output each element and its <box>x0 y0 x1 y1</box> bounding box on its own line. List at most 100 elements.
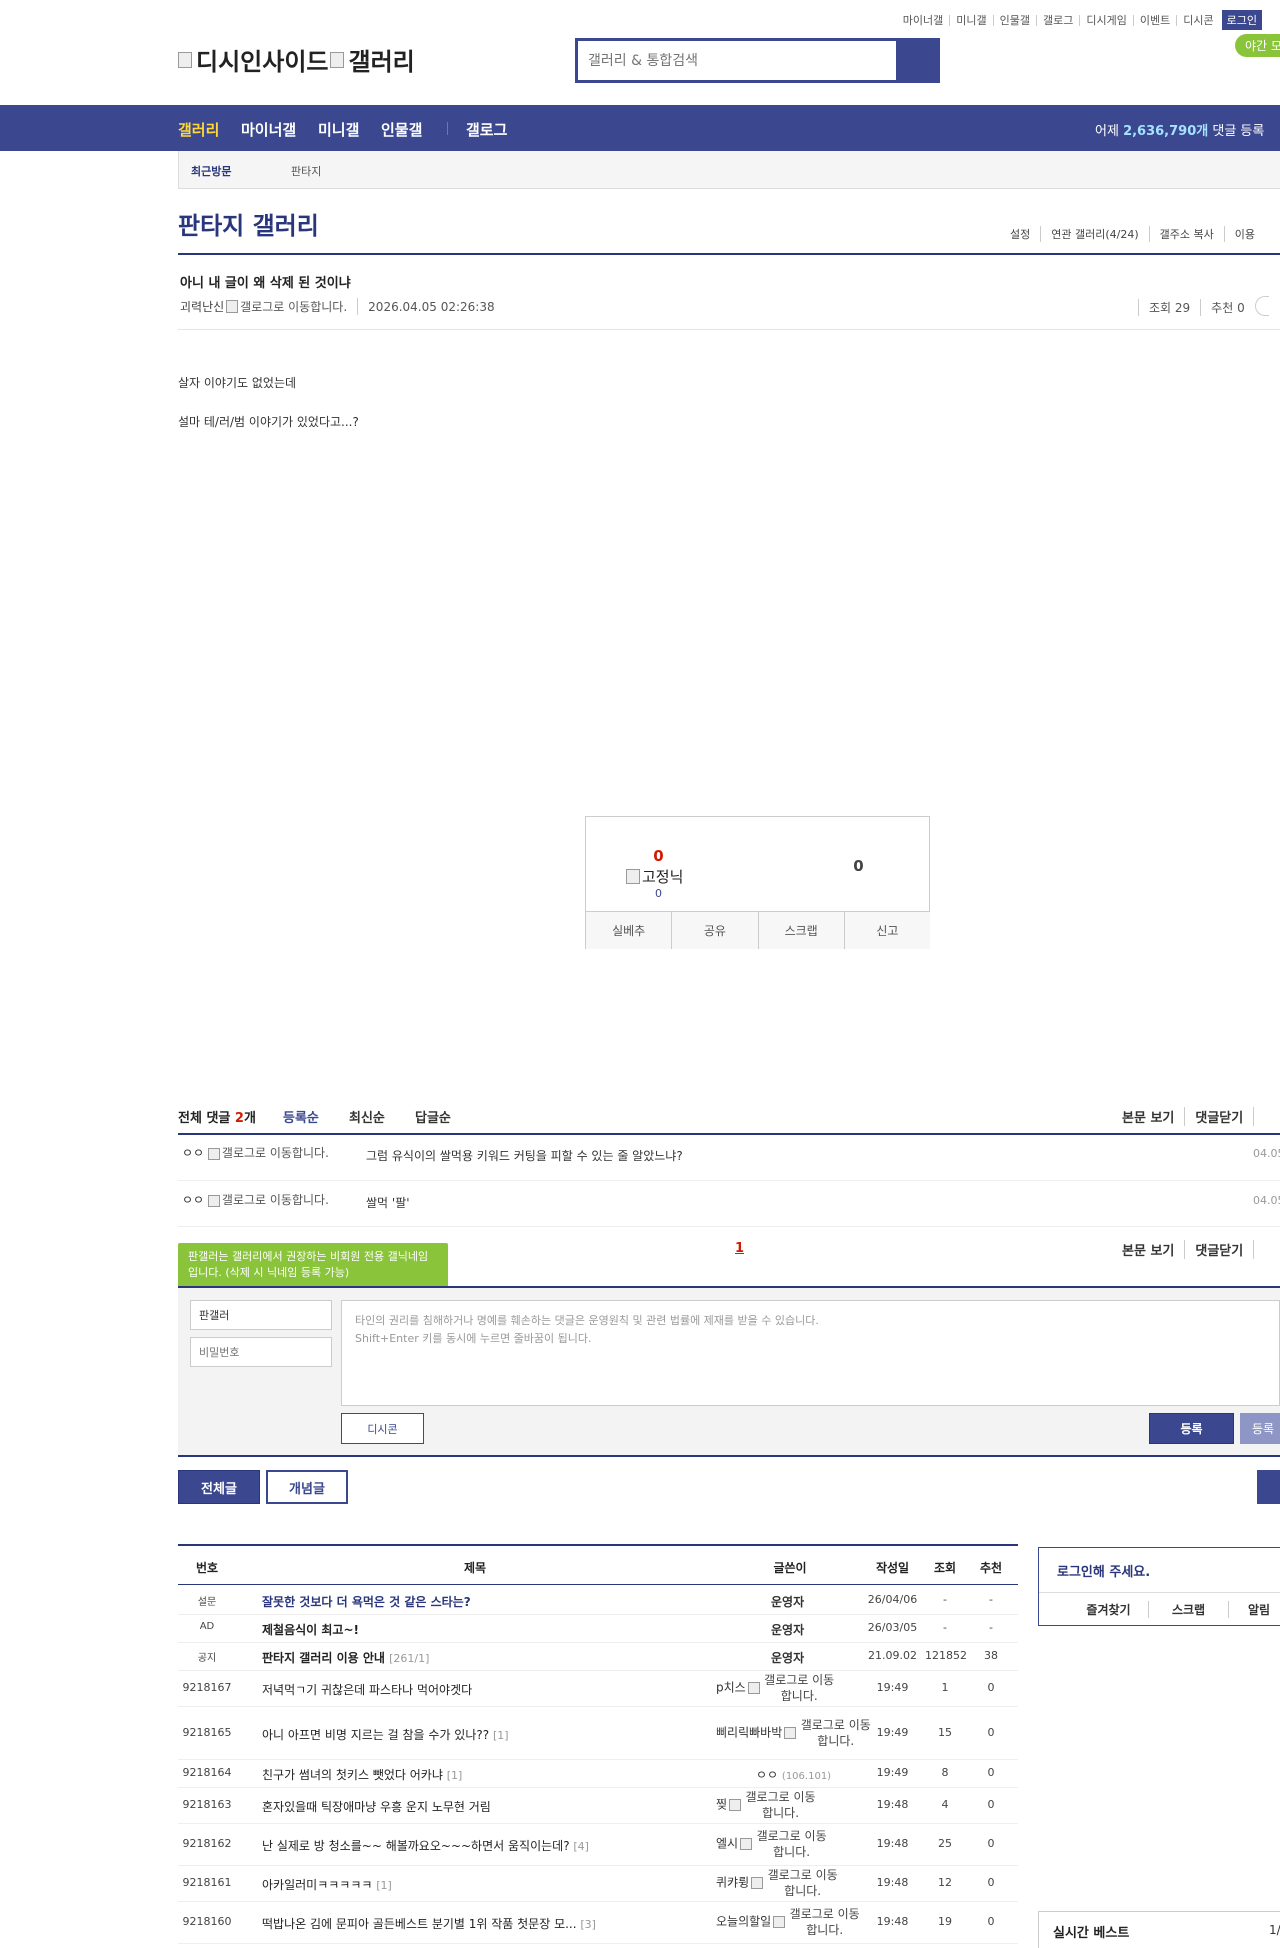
row-title[interactable]: 아카일러미ㅋㅋㅋㅋㅋ <box>262 1878 372 1892</box>
row-recommend: - <box>989 1621 993 1634</box>
sort-replies[interactable]: 답글순 <box>415 1107 451 1126</box>
top-link-event[interactable]: 이벤트 <box>1134 14 1178 26</box>
usage-link[interactable]: 이용 <box>1225 226 1265 242</box>
copy-address-link[interactable]: 갤주소 복사 <box>1150 226 1225 242</box>
row-writer[interactable]: 운영자 <box>716 1593 866 1610</box>
nav-item-person[interactable]: 인물갤 <box>381 119 422 140</box>
comment-author[interactable]: ㅇㅇ 갤로그로 이동합니다. <box>182 1147 332 1160</box>
sort-registered[interactable]: 등록순 <box>283 1107 319 1126</box>
row-writer[interactable]: ㅇㅇ <box>756 1768 778 1782</box>
row-writer[interactable]: p치스 <box>716 1681 746 1695</box>
scrap-link[interactable]: 스크랩 <box>1149 1601 1229 1618</box>
view-body-link[interactable]: 본문 보기 <box>1122 1107 1186 1126</box>
write-button-edge[interactable] <box>1257 1470 1280 1504</box>
row-comment-count[interactable]: [261/1] <box>389 1652 429 1665</box>
row-comment-count[interactable]: [4] <box>573 1840 589 1853</box>
row-comment-count[interactable]: [3] <box>580 1918 596 1931</box>
row-title[interactable]: 제철음식이 최고~! <box>262 1623 359 1637</box>
realbest-button[interactable]: 실베추 <box>586 912 673 949</box>
nickname-input[interactable] <box>190 1300 332 1330</box>
close-comments-link[interactable]: 댓글닫기 <box>1185 1240 1255 1259</box>
comment-date: 04.05 <box>1253 1194 1280 1207</box>
login-box: 로그인해 주세요. 즐겨찾기 스크랩 알림 <box>1038 1547 1280 1626</box>
row-writer[interactable]: 삐리릭빠바박 <box>716 1726 782 1740</box>
search-button[interactable] <box>896 41 937 80</box>
row-title[interactable]: 아니 아프면 비명 지르는 걸 참을 수가 있나?? <box>262 1728 489 1742</box>
comment-page-1[interactable]: 1 <box>735 1241 744 1256</box>
nav-item-gallery[interactable]: 갤러리 <box>178 119 219 140</box>
guest-nick-tooltip: 판갤러는 갤러리에서 권장하는 비회원 전용 갤닉네임입니다. (삭제 시 닉네… <box>178 1243 448 1289</box>
row-writer[interactable]: 퀴캬륑 <box>716 1876 749 1890</box>
view-body-link[interactable]: 본문 보기 <box>1122 1240 1186 1259</box>
scrap-button[interactable]: 스크랩 <box>759 912 845 949</box>
comment-submit-recommend-button[interactable]: 등록 <box>1240 1413 1280 1444</box>
row-writer-gallog-link[interactable]: 갤로그로 이동합니다. <box>754 1828 829 1860</box>
dccon-button[interactable]: 디시콘 <box>341 1413 424 1444</box>
row-title[interactable]: 친구가 썸녀의 첫키스 뺏었다 어카냐 <box>262 1768 443 1782</box>
top-link-dccon[interactable]: 디시콘 <box>1177 15 1219 26</box>
gallery-title[interactable]: 판타지 갤러리 <box>178 206 319 241</box>
fixed-nick-upvote[interactable]: 고정닉 <box>626 866 683 887</box>
top-link-mini[interactable]: 미니갤 <box>950 14 994 26</box>
login-button[interactable]: 로그인 <box>1221 10 1262 30</box>
row-writer[interactable]: 오늘의할일 <box>716 1915 771 1929</box>
row-writer-gallog-link[interactable]: 갤로그로 이동합니다. <box>743 1789 818 1821</box>
row-comment-count[interactable]: [1] <box>447 1769 463 1782</box>
comment-gallog-link[interactable]: 갤로그로 이동합니다. <box>222 1146 329 1160</box>
site-logo[interactable]: 디시인사이드 갤러리 <box>178 42 415 77</box>
top-link-dcgame[interactable]: 디시게임 <box>1080 14 1134 26</box>
password-input[interactable] <box>190 1337 332 1367</box>
row-writer-gallog-link[interactable]: 갤로그로 이동합니다. <box>798 1717 873 1749</box>
row-writer[interactable]: 찢 <box>716 1798 727 1812</box>
row-writer-gallog-link[interactable]: 갤로그로 이동합니다. <box>765 1867 840 1899</box>
nav-item-gallog[interactable]: 갤로그 <box>466 119 507 140</box>
share-button-edge[interactable] <box>1254 296 1269 316</box>
row-title[interactable]: 떡밥나온 김에 문피아 골든베스트 분기별 1위 작품 첫문장 모... <box>262 1917 577 1931</box>
gallery-settings-link[interactable]: 설정 <box>1000 226 1042 242</box>
nav-item-minor[interactable]: 마이너갤 <box>241 119 296 140</box>
sort-latest[interactable]: 최신순 <box>349 1107 385 1126</box>
comment-tools-bottom: 본문 보기 댓글닫기 <box>1122 1240 1255 1259</box>
notifications-link[interactable]: 알림 <box>1229 1601 1280 1618</box>
post-gallog-link[interactable]: 갤로그로 이동합니다. <box>240 298 359 315</box>
row-divider <box>178 1823 1018 1824</box>
comment-submit-button[interactable]: 등록 <box>1149 1413 1234 1444</box>
broken-image-icon <box>178 51 192 68</box>
row-title[interactable]: 혼자있을때 틱장애마냥 우흥 운지 노무현 거림 <box>262 1800 491 1814</box>
row-recommend: 0 <box>987 1681 995 1694</box>
top-link-gallog[interactable]: 갤로그 <box>1037 14 1081 26</box>
night-mode-toggle[interactable]: 야간 모 <box>1235 34 1280 57</box>
favorites-link[interactable]: 즐겨찾기 <box>1069 1601 1149 1618</box>
report-button[interactable]: 신고 <box>845 912 930 949</box>
row-writer[interactable]: 운영자 <box>716 1621 866 1638</box>
post-author[interactable]: 괴력난신 <box>180 298 224 315</box>
comment-gallog-link[interactable]: 갤로그로 이동합니다. <box>222 1193 329 1207</box>
share-button[interactable]: 공유 <box>672 912 759 949</box>
comment-author[interactable]: ㅇㅇ 갤로그로 이동합니다. <box>182 1194 332 1207</box>
comment-textarea[interactable]: 타인의 권리를 침해하거나 명예를 훼손하는 댓글은 운영원칙 및 관련 법률에… <box>341 1300 1280 1406</box>
row-title-wrap: 난 실제로 방 청소를~~ 해볼까요오~~~하면서 움직이는데? [4] <box>262 1837 589 1854</box>
nav-item-mini[interactable]: 미니갤 <box>318 119 359 140</box>
row-writer[interactable]: 운영자 <box>716 1649 866 1666</box>
row-title[interactable]: 판타지 갤러리 이용 안내 <box>262 1651 385 1665</box>
row-title-wrap: 떡밥나온 김에 문피아 골든베스트 분기별 1위 작품 첫문장 모... [3] <box>262 1915 596 1932</box>
close-comments-link[interactable]: 댓글닫기 <box>1185 1107 1255 1126</box>
top-link-minor[interactable]: 마이너갤 <box>897 14 951 26</box>
tab-all-posts[interactable]: 전체글 <box>178 1470 260 1504</box>
row-comment-count[interactable]: [1] <box>493 1729 509 1742</box>
row-title[interactable]: 난 실제로 방 청소를~~ 해볼까요오~~~하면서 움직이는데? <box>262 1839 570 1853</box>
header-views: 조회 <box>933 1561 957 1575</box>
related-gallery-link[interactable]: 연관 갤러리(4/24) <box>1041 226 1150 242</box>
tab-concept-posts[interactable]: 개념글 <box>266 1470 348 1504</box>
row-title[interactable]: 잘못한 것보다 더 욕먹은 것 같은 스타는? <box>262 1595 471 1609</box>
top-link-person[interactable]: 인물갤 <box>994 14 1038 26</box>
login-prompt[interactable]: 로그인해 주세요. <box>1057 1561 1150 1580</box>
row-title[interactable]: 저녁먹ㄱ기 귀찮은데 파스타나 먹어야겟다 <box>262 1683 472 1697</box>
row-writer-gallog-link[interactable]: 갤로그로 이동합니다. <box>787 1906 862 1938</box>
row-writer[interactable]: 엘시 <box>716 1837 738 1851</box>
search-input[interactable] <box>578 41 896 80</box>
recent-visit-item[interactable]: 판타지 <box>291 163 321 179</box>
row-writer-gallog-link[interactable]: 갤로그로 이동합니다. <box>762 1672 837 1704</box>
broken-image-icon <box>740 1838 753 1850</box>
row-comment-count[interactable]: [1] <box>376 1879 392 1892</box>
